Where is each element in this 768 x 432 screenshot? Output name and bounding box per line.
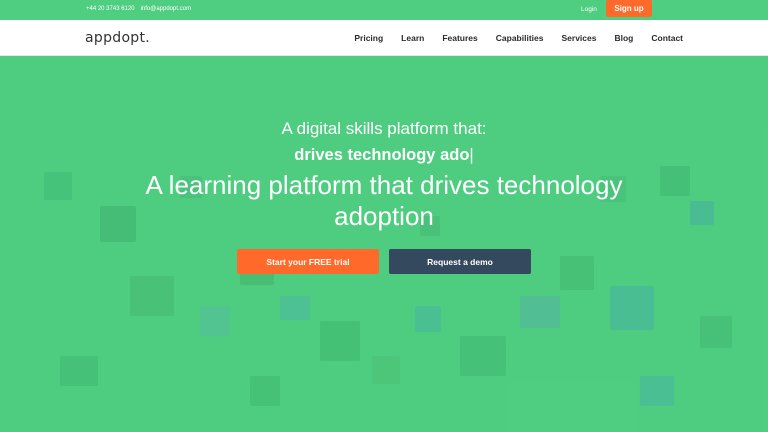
hero-background-app-tiles xyxy=(0,56,768,432)
login-link[interactable]: Login xyxy=(581,6,597,13)
logo[interactable]: appdopt. xyxy=(85,28,150,48)
phone-number[interactable]: +44 20 3743 6120 xyxy=(86,6,135,12)
nav-link-contact[interactable]: Contact xyxy=(651,33,683,43)
nav-links: Pricing Learn Features Capabilities Serv… xyxy=(354,20,683,56)
main-navbar: appdopt. Pricing Learn Features Capabili… xyxy=(0,20,768,56)
typing-cursor: | xyxy=(469,146,474,164)
top-bar: +44 20 3743 6120 info@appdopt.com Login … xyxy=(0,0,768,20)
nav-link-features[interactable]: Features xyxy=(442,33,477,43)
hero-typed-text: drives technology ado| xyxy=(0,146,768,165)
nav-link-learn[interactable]: Learn xyxy=(401,33,424,43)
signup-button[interactable]: Sign up xyxy=(606,0,652,17)
hero-subtitle: A digital skills platform that: xyxy=(281,119,487,138)
request-demo-button[interactable]: Request a demo xyxy=(389,249,531,274)
nav-link-pricing[interactable]: Pricing xyxy=(354,33,383,43)
email-address[interactable]: info@appdopt.com xyxy=(141,6,191,12)
hero-typed-phrase: drives technology ado xyxy=(294,146,470,164)
hero-headline: A learning platform that drives technolo… xyxy=(145,170,623,231)
start-free-trial-button[interactable]: Start your FREE trial xyxy=(237,249,379,274)
nav-link-blog[interactable]: Blog xyxy=(614,33,633,43)
hero-section: A digital skills platform that: drives t… xyxy=(0,56,768,432)
logo-text: appdopt. xyxy=(85,30,151,46)
nav-link-services[interactable]: Services xyxy=(561,33,596,43)
contact-info: +44 20 3743 6120 info@appdopt.com xyxy=(86,6,191,12)
nav-link-capabilities[interactable]: Capabilities xyxy=(496,33,544,43)
